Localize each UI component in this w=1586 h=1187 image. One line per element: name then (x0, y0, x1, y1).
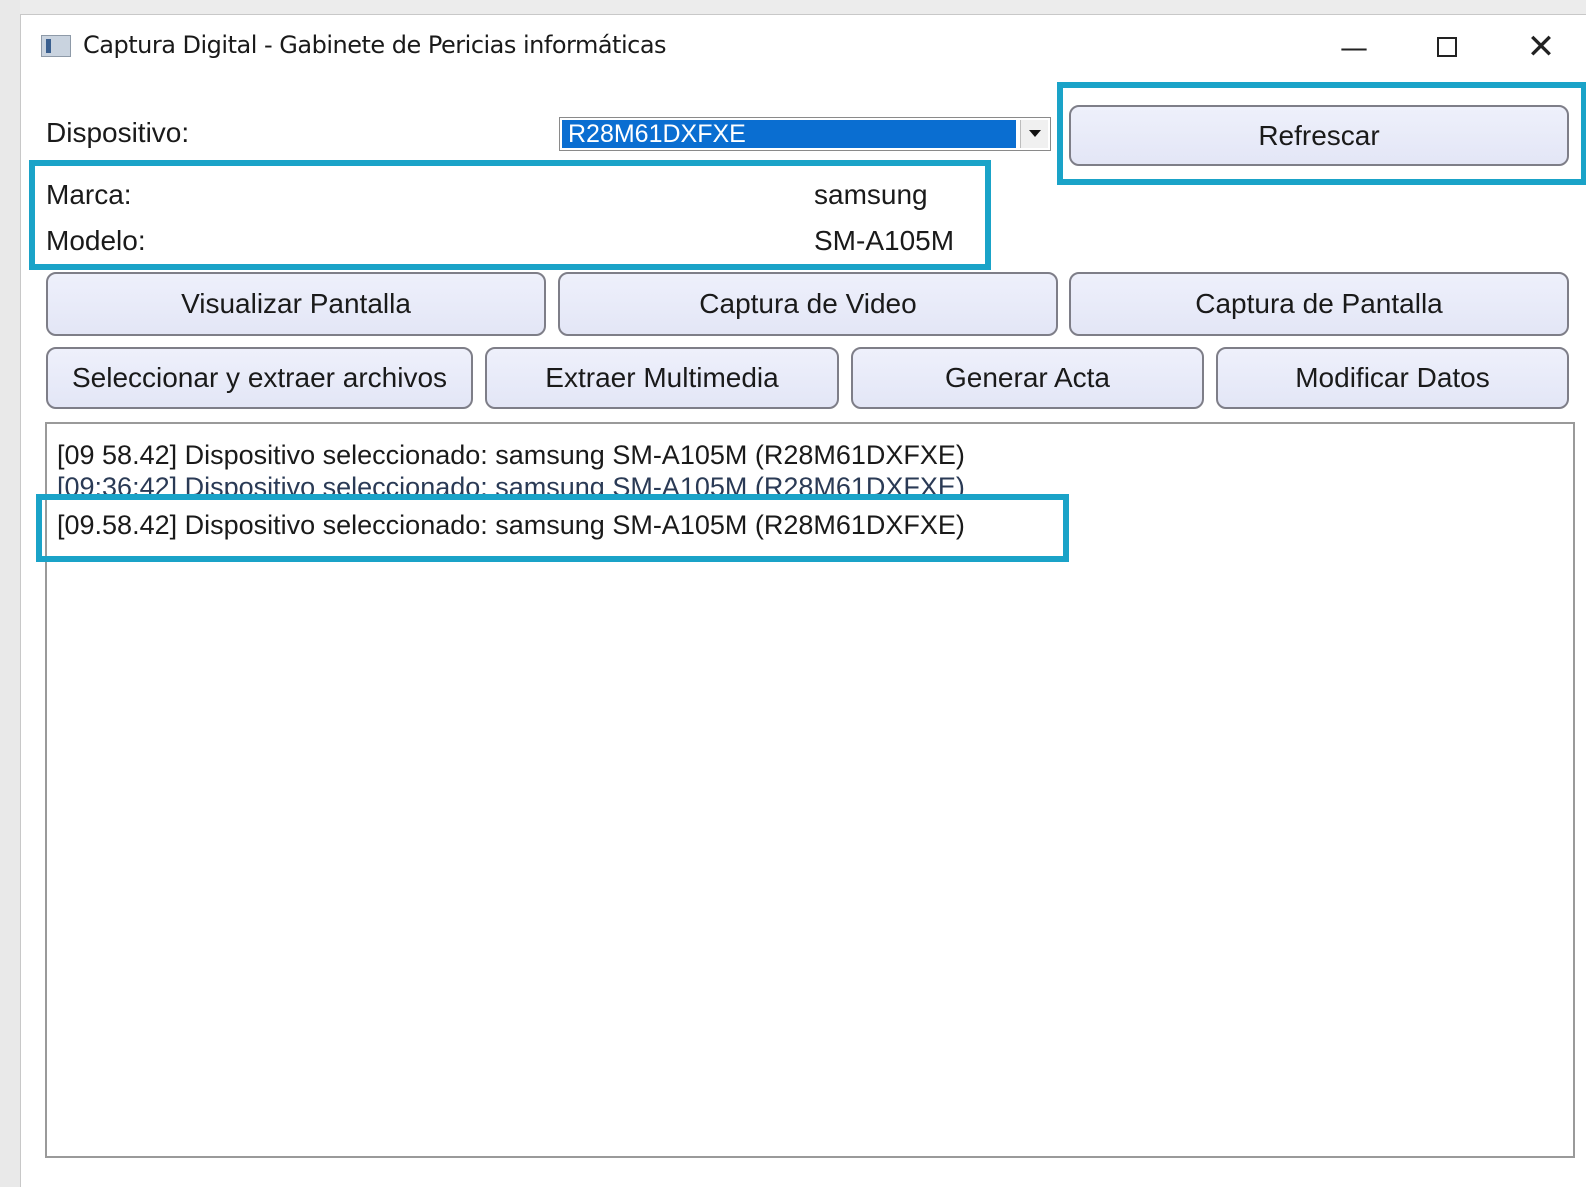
refresh-button[interactable]: Refrescar (1069, 105, 1569, 166)
log-line: [09 58.42] Dispositivo seleccionado: sam… (57, 440, 965, 470)
log-textarea[interactable]: [09 58.42] Dispositivo seleccionado: sam… (45, 422, 1575, 1158)
device-label: Dispositivo: (46, 117, 190, 148)
chevron-down-icon[interactable] (1020, 120, 1048, 148)
screenshot-capture-button[interactable]: Captura de Pantalla (1069, 272, 1569, 336)
close-icon[interactable]: ✕ (1511, 27, 1571, 67)
device-selected-value: R28M61DXFXE (562, 120, 1016, 148)
model-label: Modelo: (46, 225, 146, 256)
log-line: [09.58.42] Dispositivo seleccionado: sam… (57, 510, 965, 540)
title-bar[interactable]: Captura Digital - Gabinete de Pericias i… (21, 15, 1586, 77)
view-screen-button[interactable]: Visualizar Pantalla (46, 272, 546, 336)
log-line: [09:36:42] Dispositivo seleccionado: sam… (57, 472, 965, 494)
extract-multimedia-button[interactable]: Extraer Multimedia (485, 347, 839, 409)
select-extract-files-button[interactable]: Seleccionar y extraer archivos (46, 347, 473, 409)
background-window-edge (0, 0, 1586, 15)
brand-value: samsung (814, 179, 928, 210)
app-window-icon (41, 35, 71, 57)
background-window-edge-left (0, 0, 20, 1187)
app-window: Captura Digital - Gabinete de Pericias i… (20, 14, 1586, 1187)
brand-label: Marca: (46, 179, 132, 210)
generate-report-button[interactable]: Generar Acta (851, 347, 1204, 409)
model-value: SM-A105M (814, 225, 955, 256)
window-title: Captura Digital - Gabinete de Pericias i… (83, 31, 667, 59)
device-dropdown[interactable]: R28M61DXFXE (559, 117, 1051, 151)
minimize-icon[interactable]: — (1324, 27, 1384, 67)
maximize-icon[interactable] (1417, 27, 1477, 67)
video-capture-button[interactable]: Captura de Video (558, 272, 1058, 336)
modify-data-button[interactable]: Modificar Datos (1216, 347, 1569, 409)
